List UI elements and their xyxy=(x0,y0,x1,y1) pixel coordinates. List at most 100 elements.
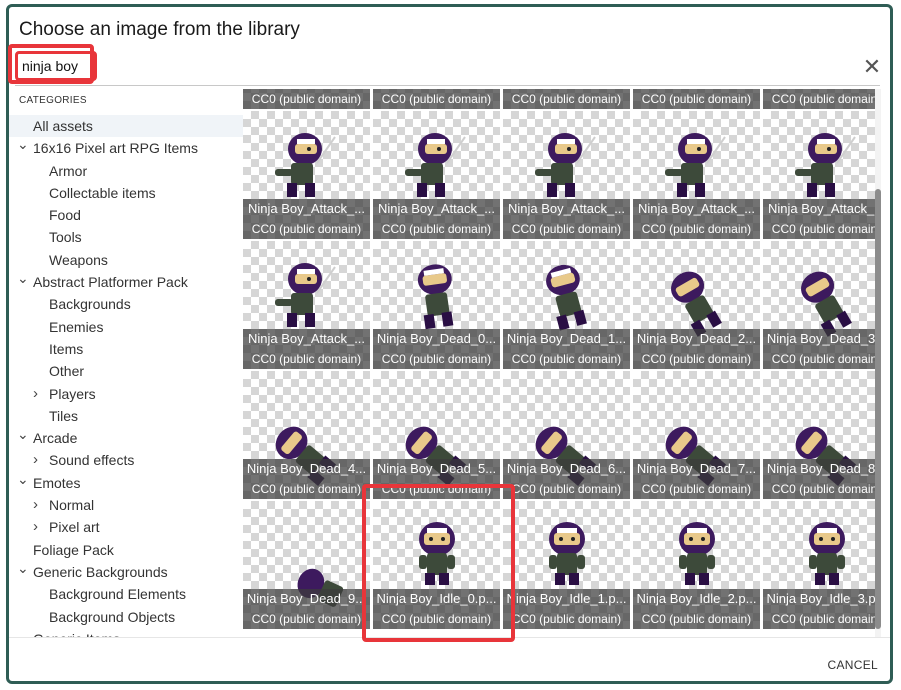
asset-license: CC0 (public domain) xyxy=(633,219,760,239)
asset-license: CC0 (public domain) xyxy=(373,349,500,369)
asset-tile[interactable]: Ninja Boy_Idle_3.p... CC0 (public domain) xyxy=(763,501,881,629)
category-item-all-assets[interactable]: All assets xyxy=(9,115,243,138)
category-item-other[interactable]: Other xyxy=(9,360,243,382)
asset-tile[interactable]: Ninja Boy_Attack_... CC0 (public domain) xyxy=(373,111,500,239)
category-label: Collectable items xyxy=(49,184,156,201)
category-item-background-elements[interactable]: Background Elements xyxy=(9,583,243,605)
search-input[interactable] xyxy=(15,51,97,81)
asset-tile[interactable]: CC0 (public domain) xyxy=(503,89,630,109)
asset-license: CC0 (public domain) xyxy=(373,219,500,239)
category-label: Sound effects xyxy=(49,452,135,469)
asset-tile[interactable]: Ninja Boy_Idle_1.p... CC0 (public domain) xyxy=(503,501,630,629)
category-item-tiles[interactable]: Tiles xyxy=(9,405,243,427)
asset-name: Ninja Boy_Attack_... xyxy=(633,199,760,219)
asset-tile[interactable]: CC0 (public domain) xyxy=(373,89,500,109)
asset-name: Ninja Boy_Attack_... xyxy=(763,199,881,219)
category-item-tools[interactable]: Tools xyxy=(9,226,243,248)
chevron-right-icon[interactable]: › xyxy=(33,449,38,471)
asset-license: CC0 (public domain) xyxy=(503,89,630,109)
close-icon[interactable]: ✕ xyxy=(860,55,884,79)
chevron-down-icon[interactable]: ⌄ xyxy=(17,557,29,579)
category-item-backgrounds[interactable]: Backgrounds xyxy=(9,293,243,315)
chevron-down-icon[interactable]: ⌄ xyxy=(17,267,29,289)
asset-license: CC0 (public domain) xyxy=(763,89,881,109)
asset-license: CC0 (public domain) xyxy=(503,349,630,369)
category-item-players[interactable]: › Players xyxy=(9,383,243,405)
category-item-emotes[interactable]: ⌄ Emotes xyxy=(9,471,243,494)
chevron-down-icon[interactable]: ⌄ xyxy=(17,133,29,155)
category-item-weapons[interactable]: Weapons xyxy=(9,249,243,271)
asset-name: Ninja Boy_Dead_7... xyxy=(633,459,760,479)
asset-tile[interactable]: Ninja Boy_Dead_8... CC0 (public domain) xyxy=(763,371,881,499)
asset-tile[interactable]: Ninja Boy_Dead_2... CC0 (public domain) xyxy=(633,241,760,369)
category-item-foliage-pack[interactable]: Foliage Pack xyxy=(9,539,243,561)
asset-name: Ninja Boy_Idle_0.p... xyxy=(373,589,500,609)
asset-tile[interactable]: Ninja Boy_Attack_... CC0 (public domain) xyxy=(243,241,370,369)
category-item-collectable-items[interactable]: Collectable items xyxy=(9,182,243,204)
asset-tile[interactable]: Ninja Boy_Attack_... CC0 (public domain) xyxy=(763,111,881,239)
asset-tile[interactable]: Ninja Boy_Dead_5... CC0 (public domain) xyxy=(373,371,500,499)
asset-license: CC0 (public domain) xyxy=(503,609,630,629)
category-item-abstract-platformer-pack[interactable]: ⌄ Abstract Platformer Pack xyxy=(9,270,243,293)
asset-tile[interactable]: Ninja Boy_Idle_2.p... CC0 (public domain) xyxy=(633,501,760,629)
asset-license: CC0 (public domain) xyxy=(243,219,370,239)
asset-tile[interactable]: Ninja Boy_Dead_7... CC0 (public domain) xyxy=(633,371,760,499)
category-label: Pixel art xyxy=(49,519,100,536)
asset-license: CC0 (public domain) xyxy=(373,479,500,499)
category-label: Arcade xyxy=(33,430,78,447)
asset-tile[interactable]: Ninja Boy_Attack_... CC0 (public domain) xyxy=(503,111,630,239)
asset-name: Ninja Boy_Idle_3.p... xyxy=(763,589,881,609)
asset-tile[interactable]: Ninja Boy_Dead_1... CC0 (public domain) xyxy=(503,241,630,369)
asset-license: CC0 (public domain) xyxy=(633,89,760,109)
category-label: Other xyxy=(49,363,85,380)
category-item-pixel-art[interactable]: › Pixel art xyxy=(9,516,243,538)
asset-license: CC0 (public domain) xyxy=(243,349,370,369)
asset-license: CC0 (public domain) xyxy=(503,479,630,499)
category-label: Generic Backgrounds xyxy=(33,563,168,580)
categories-header: CATEGORIES xyxy=(19,95,87,106)
category-item-sound-effects[interactable]: › Sound effects xyxy=(9,449,243,471)
category-item-generic-backgrounds[interactable]: ⌄ Generic Backgrounds xyxy=(9,560,243,583)
asset-tile[interactable]: CC0 (public domain) xyxy=(763,89,881,109)
asset-name: Ninja Boy_Dead_9... xyxy=(243,589,370,609)
asset-tile[interactable]: Ninja Boy_Dead_9... CC0 (public domain) xyxy=(243,501,370,629)
asset-tile[interactable]: Ninja Boy_Dead_6... CC0 (public domain) xyxy=(503,371,630,499)
category-item-background-objects[interactable]: Background Objects xyxy=(9,606,243,628)
category-item-armor[interactable]: Armor xyxy=(9,160,243,182)
asset-license: CC0 (public domain) xyxy=(633,349,760,369)
chevron-down-icon[interactable]: ⌄ xyxy=(17,468,29,490)
dialog-title: Choose an image from the library xyxy=(19,19,300,40)
category-label: Abstract Platformer Pack xyxy=(33,274,188,291)
asset-tile[interactable]: CC0 (public domain) xyxy=(633,89,760,109)
category-label: Normal xyxy=(49,497,95,514)
category-item-generic-items[interactable]: Generic Items xyxy=(9,628,243,637)
asset-tile[interactable]: Ninja Boy_Dead_4... CC0 (public domain) xyxy=(243,371,370,499)
category-item-16x16-pixel-art-rpg-items[interactable]: ⌄ 16x16 Pixel art RPG Items xyxy=(9,136,243,159)
asset-tile[interactable]: Ninja Boy_Dead_3... CC0 (public domain) xyxy=(763,241,881,369)
asset-tile[interactable]: CC0 (public domain) xyxy=(243,89,370,109)
cancel-button[interactable]: CANCEL xyxy=(828,658,878,672)
category-item-normal[interactable]: › Normal xyxy=(9,494,243,516)
category-label: Weapons xyxy=(49,251,108,268)
asset-name: Ninja Boy_Dead_3... xyxy=(763,329,881,349)
category-item-arcade[interactable]: ⌄ Arcade xyxy=(9,426,243,449)
category-item-food[interactable]: Food xyxy=(9,204,243,226)
asset-tile[interactable]: Ninja Boy_Dead_0... CC0 (public domain) xyxy=(373,241,500,369)
category-item-enemies[interactable]: Enemies xyxy=(9,316,243,338)
category-item-items[interactable]: Items xyxy=(9,338,243,360)
asset-license: CC0 (public domain) xyxy=(373,609,500,629)
chevron-right-icon[interactable]: › xyxy=(33,383,38,405)
category-label: Emotes xyxy=(33,474,81,491)
asset-license: CC0 (public domain) xyxy=(633,479,760,499)
category-label: Tools xyxy=(49,229,82,246)
asset-tile[interactable]: Ninja Boy_Attack_... CC0 (public domain) xyxy=(633,111,760,239)
asset-tile[interactable]: Ninja Boy_Idle_0.p... CC0 (public domain) xyxy=(373,501,500,629)
asset-tile[interactable]: Ninja Boy_Attack_... CC0 (public domain) xyxy=(243,111,370,239)
category-label: Players xyxy=(49,385,96,402)
scrollbar-thumb[interactable] xyxy=(875,189,881,629)
chevron-down-icon[interactable]: ⌄ xyxy=(17,423,29,445)
asset-name: Ninja Boy_Dead_1... xyxy=(503,329,630,349)
chevron-right-icon[interactable]: › xyxy=(33,516,38,538)
chevron-right-icon[interactable]: › xyxy=(33,494,38,516)
scrollbar[interactable] xyxy=(875,89,881,637)
